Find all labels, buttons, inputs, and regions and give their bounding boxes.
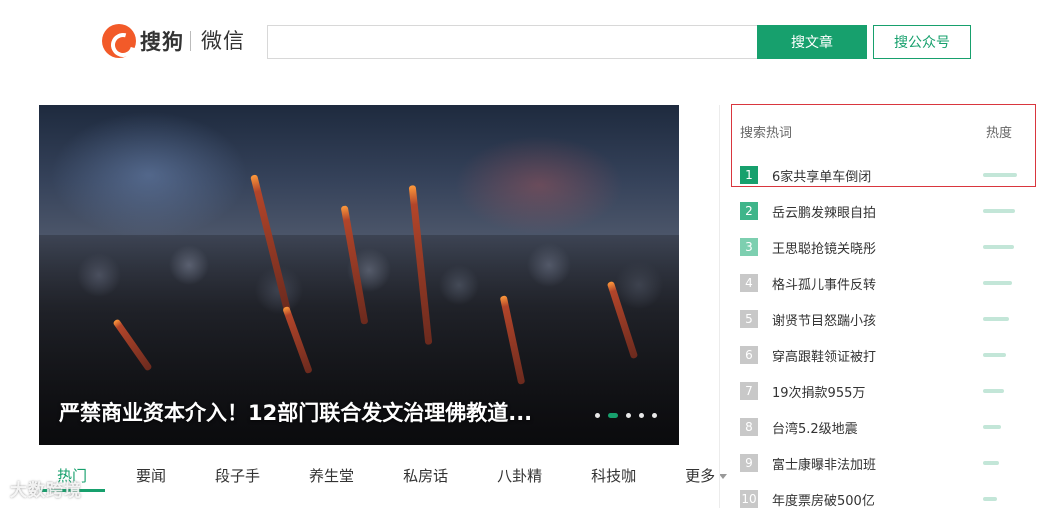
sogou-weixin-logo[interactable]: 搜狗 微信 [102,24,245,58]
rank-badge: 6 [740,346,758,364]
hot-word-item[interactable]: 3 王思聪抢镜关晓彤 [740,229,1020,265]
rank-badge: 2 [740,202,758,220]
hot-word-text[interactable]: 王思聪抢镜关晓彤 [772,238,876,257]
rank-badge: 7 [740,382,758,400]
tab-tech[interactable]: 科技咖 [573,460,654,492]
tab-jokes[interactable]: 段子手 [197,460,278,492]
search-input[interactable] [267,25,758,59]
hero-headline[interactable]: 严禁商业资本介入！12部门联合发文治理佛教道... [59,397,532,427]
rank-badge: 3 [740,238,758,256]
category-tabs: 热门 要闻 段子手 养生堂 私房话 八卦精 科技咖 更多 [39,460,728,508]
hot-word-text[interactable]: 台湾5.2级地震 [772,418,858,437]
hot-word-item[interactable]: 9 富士康曝非法加班 [740,445,1020,481]
logo-subtitle: 微信 [190,31,245,52]
hot-word-item[interactable]: 8 台湾5.2级地震 [740,409,1020,445]
hot-word-text[interactable]: 岳云鹏发辣眼自拍 [772,202,876,221]
hot-word-item[interactable]: 7 19次捐款955万 [740,373,1020,409]
search-account-button[interactable]: 搜公众号 [873,25,971,59]
tab-more-label: 更多 [685,467,716,485]
carousel-dot-active[interactable] [608,413,618,418]
heat-bar [983,353,1006,357]
heat-bar [983,209,1015,213]
hot-word-text[interactable]: 19次捐款955万 [772,382,865,401]
sogou-logo-icon [102,24,136,58]
carousel-dot[interactable] [595,413,600,418]
hot-words-list: 1 6家共享单车倒闭 2 岳云鹏发辣眼自拍 3 王思聪抢镜关晓彤 4 格斗孤儿事… [740,157,1020,508]
chevron-down-icon [719,473,728,479]
tab-private-talk[interactable]: 私房话 [385,460,466,492]
rank-badge: 5 [740,310,758,328]
hot-word-item[interactable]: 4 格斗孤儿事件反转 [740,265,1020,301]
hot-word-text[interactable]: 穿高跟鞋领证被打 [772,346,876,365]
heat-bar [983,317,1009,321]
highlight-annotation-box [731,104,1036,187]
sidebar-divider [719,105,720,508]
hot-word-item[interactable]: 5 谢贤节目怒踹小孩 [740,301,1020,337]
heat-bar [983,461,999,465]
logo-text: 搜狗 [140,30,184,54]
heat-bar [983,389,1004,393]
tab-gossip[interactable]: 八卦精 [479,460,560,492]
rank-badge: 10 [740,490,758,508]
hot-word-text[interactable]: 年度票房破500亿 [772,490,875,508]
rank-badge: 9 [740,454,758,472]
rank-badge: 8 [740,418,758,436]
hot-word-item[interactable]: 2 岳云鹏发辣眼自拍 [740,193,1020,229]
tab-health[interactable]: 养生堂 [291,460,372,492]
carousel-dot[interactable] [639,413,644,418]
tab-news[interactable]: 要闻 [118,460,184,492]
hot-word-text[interactable]: 格斗孤儿事件反转 [772,274,876,293]
hot-word-text[interactable]: 富士康曝非法加班 [772,454,876,473]
heat-bar [983,281,1012,285]
rank-badge: 4 [740,274,758,292]
hot-word-item[interactable]: 10 年度票房破500亿 [740,481,1020,508]
carousel-dot[interactable] [626,413,631,418]
hot-word-text[interactable]: 谢贤节目怒踹小孩 [772,310,876,329]
watermark-logo: 大数跨境 [10,481,82,501]
heat-bar [983,425,1001,429]
hero-carousel[interactable]: 严禁商业资本介入！12部门联合发文治理佛教道... [39,105,679,445]
search-article-button[interactable]: 搜文章 [757,25,867,59]
carousel-dot[interactable] [652,413,657,418]
tab-more[interactable]: 更多 [667,460,745,492]
hot-word-item[interactable]: 6 穿高跟鞋领证被打 [740,337,1020,373]
heat-bar [983,245,1014,249]
heat-bar [983,497,997,501]
carousel-dots [595,413,657,418]
